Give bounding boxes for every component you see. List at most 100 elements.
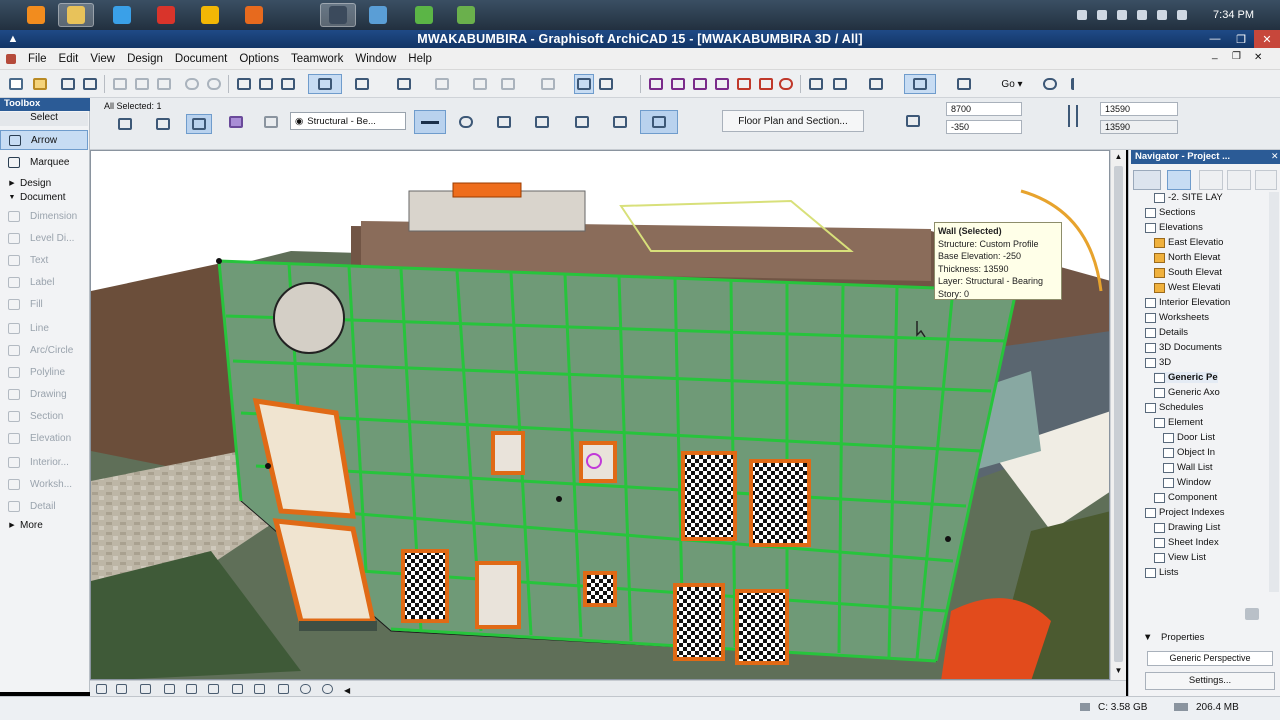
nav-item-drawing-list[interactable]: Drawing List: [1154, 522, 1220, 533]
mdi-minimize-icon[interactable]: _: [1212, 49, 1218, 60]
nav-item-wall-list[interactable]: Wall List: [1163, 462, 1213, 473]
internet-explorer-icon[interactable]: [104, 3, 140, 27]
3d-window-icon[interactable]: [904, 74, 936, 94]
scroll-left-icon[interactable]: ◀: [344, 684, 355, 695]
nav-item-generic-pe[interactable]: Generic Pe: [1154, 372, 1218, 383]
tool-arc-circle[interactable]: Arc/Circle: [0, 340, 88, 360]
intersect-icon[interactable]: [712, 74, 732, 94]
height-field[interactable]: 8700: [946, 102, 1022, 116]
3d-projection-icon[interactable]: [948, 74, 980, 94]
menu-file[interactable]: File: [22, 53, 53, 65]
print-icon[interactable]: [80, 74, 100, 94]
thickness-field-secondary[interactable]: 13590: [1100, 120, 1178, 134]
trapezoid-wall-icon[interactable]: [530, 110, 554, 134]
align-icon[interactable]: [470, 74, 490, 94]
tool-text[interactable]: Text: [0, 250, 88, 270]
gravity-icon[interactable]: [388, 74, 420, 94]
layout-book-tab-icon[interactable]: [1199, 170, 1223, 190]
cut-fill-icon[interactable]: [606, 110, 634, 134]
nav-item-sections[interactable]: Sections: [1145, 207, 1195, 218]
tool-polyline[interactable]: Polyline: [0, 362, 88, 382]
walk-icon[interactable]: [1068, 74, 1088, 94]
nav-item-sheet-index[interactable]: Sheet Index: [1154, 537, 1219, 548]
file-explorer-icon[interactable]: [58, 3, 94, 27]
zoom-in-icon[interactable]: [164, 684, 175, 694]
redo-icon[interactable]: [204, 74, 224, 94]
tool-document[interactable]: ▼ Document: [0, 190, 88, 204]
volume-icon[interactable]: [1117, 10, 1128, 20]
explode-icon[interactable]: [776, 74, 796, 94]
syringe-icon[interactable]: [278, 74, 298, 94]
properties-toggle[interactable]: ▼ Properties: [1143, 632, 1204, 643]
settings-button[interactable]: Settings...: [1145, 672, 1275, 690]
battery-icon[interactable]: [1137, 10, 1148, 20]
wall-settings-icon[interactable]: [224, 110, 248, 134]
app-icon[interactable]: [360, 3, 396, 27]
nav-item-east-elevatio[interactable]: East Elevatio: [1154, 237, 1223, 248]
zoom-icon[interactable]: [300, 684, 311, 694]
paste-icon[interactable]: [154, 74, 174, 94]
power-icon[interactable]: [1177, 10, 1188, 20]
copy-icon[interactable]: [132, 74, 152, 94]
palette-close-icon[interactable]: ✕: [1271, 151, 1279, 162]
publisher-sets-icon[interactable]: [1227, 170, 1251, 190]
suspend-groups-icon[interactable]: [574, 74, 594, 94]
nav-item-generic-axo[interactable]: Generic Axo: [1154, 387, 1220, 398]
nav-item-element[interactable]: Element: [1154, 417, 1203, 428]
media-player-icon[interactable]: [148, 3, 184, 27]
previous-zoom-icon[interactable]: [322, 684, 333, 694]
layer-combination-icon[interactable]: [96, 684, 107, 694]
nav-item-elevations[interactable]: Elevations: [1145, 222, 1203, 233]
clock[interactable]: 7:34 PM: [1213, 9, 1254, 21]
tool-more[interactable]: ▶ More: [0, 518, 88, 532]
tool-line[interactable]: Line: [0, 318, 88, 338]
document-icon[interactable]: [0, 53, 22, 64]
nav-item-worksheets[interactable]: Worksheets: [1145, 312, 1209, 323]
new-file-icon[interactable]: [6, 74, 26, 94]
go-button[interactable]: Go ▾: [998, 74, 1026, 94]
trace-icon[interactable]: [596, 74, 616, 94]
nav-item-view-list[interactable]: View List: [1154, 552, 1206, 563]
line-type-icon[interactable]: [414, 110, 446, 134]
menu-view[interactable]: View: [84, 53, 121, 65]
camtasia-recorder-icon[interactable]: [448, 3, 484, 27]
nav-item-window[interactable]: Window: [1163, 477, 1211, 488]
orbit-icon[interactable]: [1040, 74, 1060, 94]
bring-forward-icon[interactable]: [806, 74, 826, 94]
wall-geometry-icon[interactable]: [112, 114, 138, 134]
nav-item-3d-documents[interactable]: 3D Documents: [1145, 342, 1222, 353]
view-map-icon[interactable]: [1167, 170, 1191, 190]
close-icon[interactable]: ✕: [1254, 30, 1280, 48]
menu-options[interactable]: Options: [233, 53, 285, 65]
menu-design[interactable]: Design: [121, 53, 169, 65]
outline-icon[interactable]: [640, 110, 678, 134]
menu-help[interactable]: Help: [402, 53, 438, 65]
archicad-icon[interactable]: [320, 3, 356, 27]
menu-document[interactable]: Document: [169, 53, 233, 65]
maximize-icon[interactable]: ❐: [1228, 30, 1254, 48]
nav-item-lists[interactable]: Lists: [1145, 567, 1179, 578]
thickness-field[interactable]: 13590: [1100, 102, 1178, 116]
project-map-icon[interactable]: [1133, 170, 1161, 190]
cut-icon[interactable]: [110, 74, 130, 94]
menu-teamwork[interactable]: Teamwork: [285, 53, 349, 65]
layer-dropdown[interactable]: ◉ Structural - Be...: [290, 112, 406, 130]
slanted-wall-icon[interactable]: [492, 110, 516, 134]
orbit-icon[interactable]: [232, 684, 243, 694]
offset-icon[interactable]: [756, 74, 776, 94]
floor-plan-and-section-button[interactable]: Floor Plan and Section...: [722, 110, 864, 132]
tool-level-di[interactable]: Level Di...: [0, 228, 88, 248]
guide-line-icon[interactable]: [346, 74, 378, 94]
tool-fill[interactable]: Fill: [0, 294, 88, 314]
view-name-field[interactable]: Generic Perspective: [1147, 651, 1273, 666]
nav-item-south-elevat[interactable]: South Elevat: [1154, 267, 1222, 278]
bluetooth-icon[interactable]: [1077, 10, 1088, 20]
camtasia-icon[interactable]: [406, 3, 442, 27]
tool-arrow[interactable]: Arrow: [0, 130, 88, 150]
tool-detail[interactable]: Detail: [0, 496, 88, 516]
mdi-close-icon[interactable]: ✕: [1254, 52, 1262, 63]
network-icon[interactable]: [1097, 10, 1108, 20]
refresh-icon[interactable]: [454, 110, 478, 134]
nav-item-project-indexes[interactable]: Project Indexes: [1145, 507, 1224, 518]
save-icon[interactable]: [58, 74, 78, 94]
